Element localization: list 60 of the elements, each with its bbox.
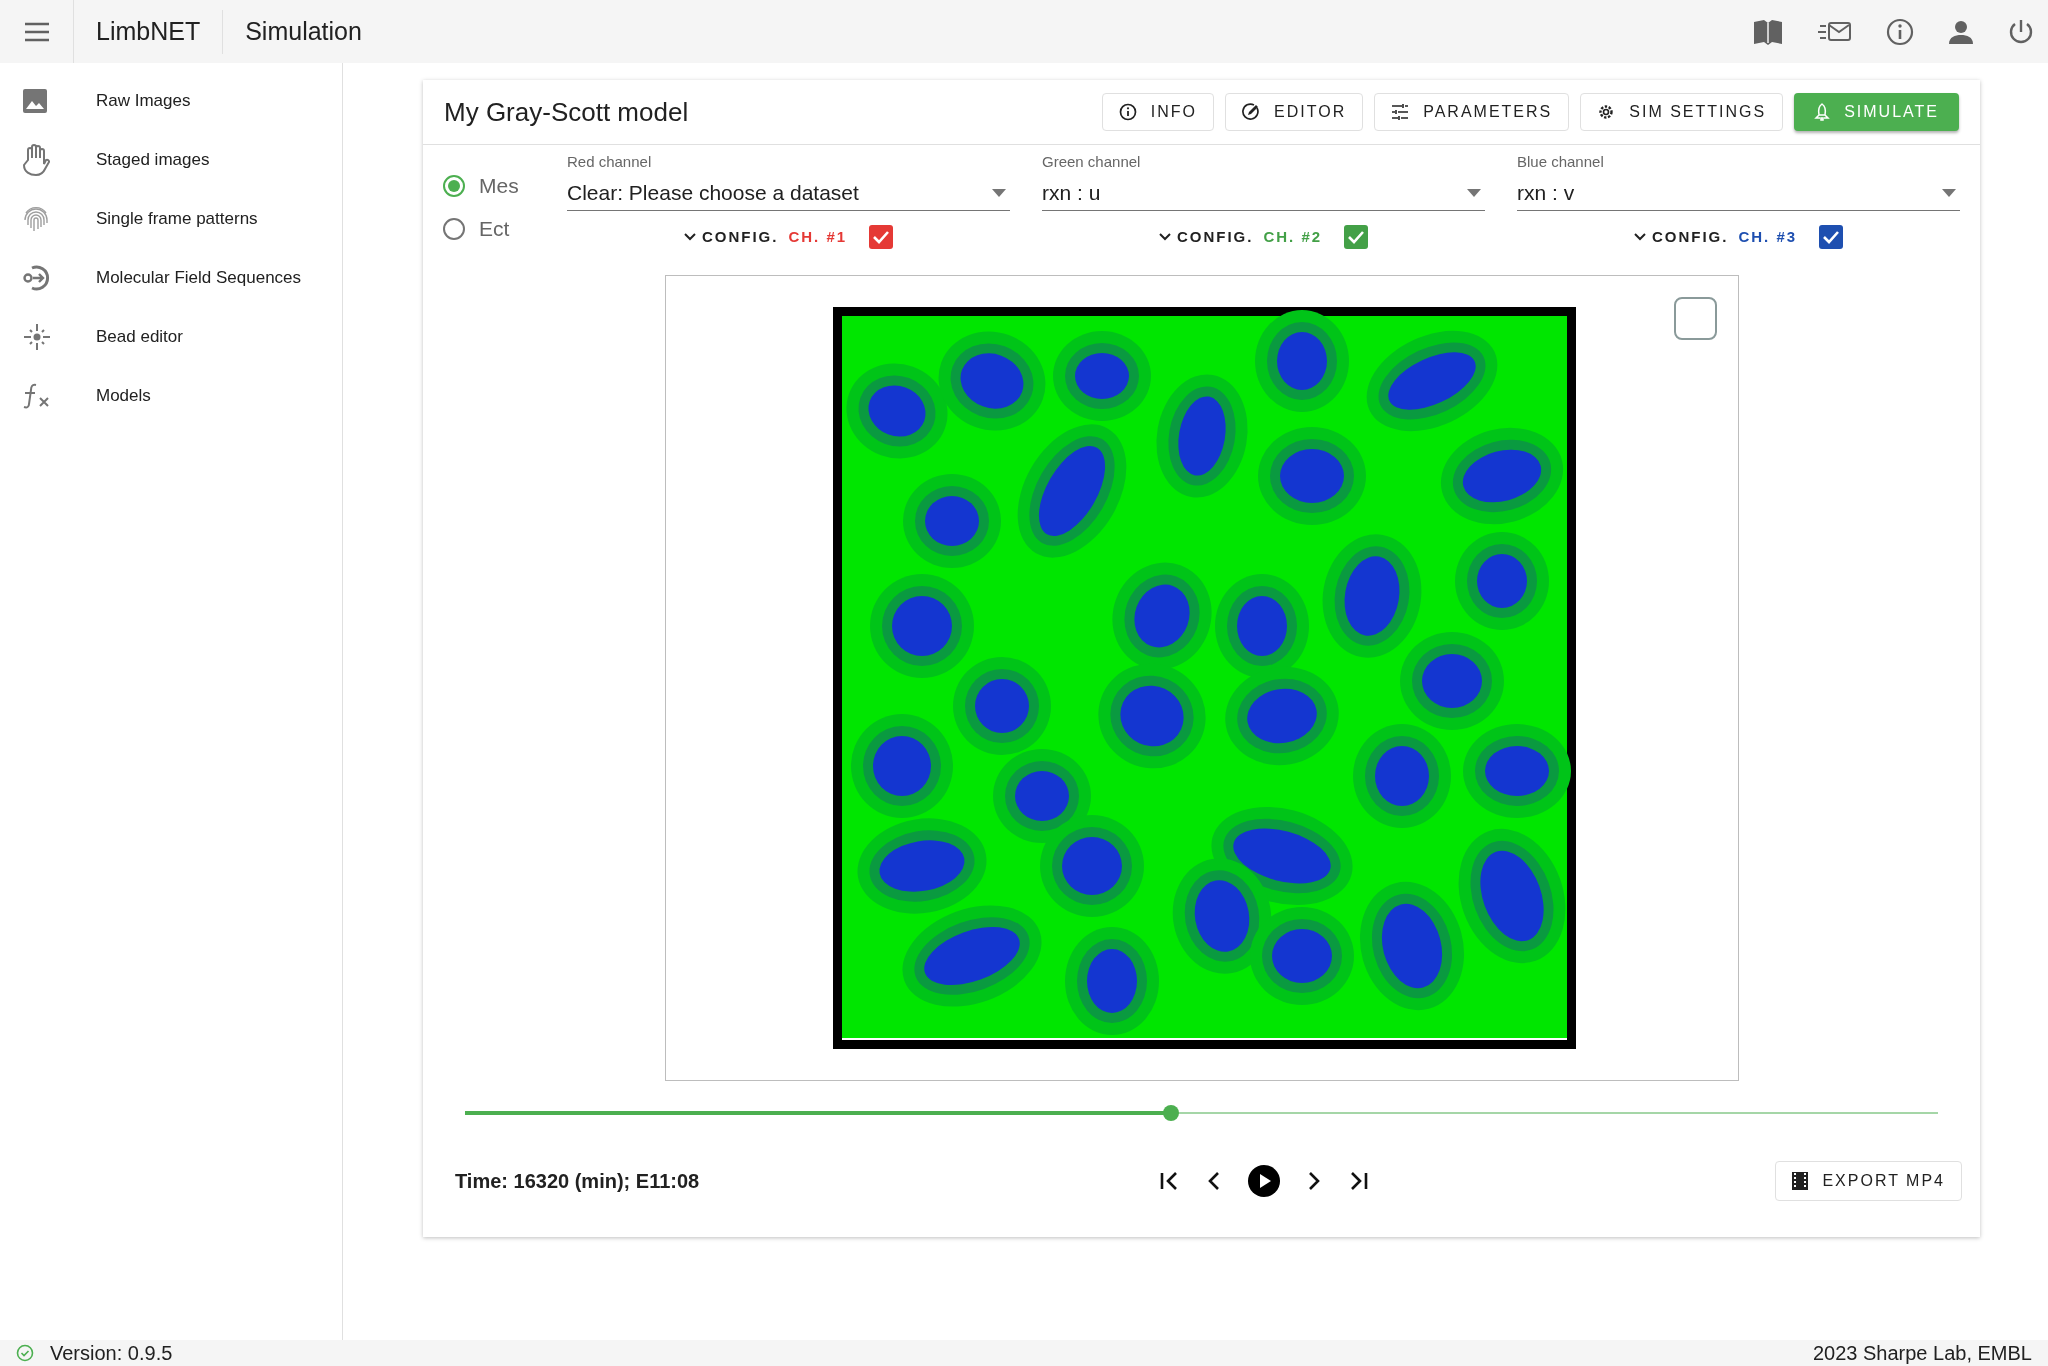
checkmark-icon (1348, 230, 1365, 244)
model-title: My Gray-Scott model (444, 95, 689, 129)
info-icon (1118, 103, 1137, 121)
sliders-icon (1391, 103, 1410, 121)
checkmark-icon (1823, 230, 1840, 244)
config-toggle[interactable]: CONFIG. CH. #3 (1633, 225, 1798, 249)
version-label: Version: 0.9.5 (50, 1341, 173, 1366)
book-icon[interactable] (1752, 17, 1784, 46)
checkmark-icon (873, 230, 890, 244)
channel-checkbox[interactable] (869, 225, 894, 249)
dropdown-caret-icon (1467, 188, 1481, 197)
sparkle-icon (22, 321, 52, 352)
play-icon[interactable] (1247, 1164, 1281, 1198)
sidebar-item[interactable]: Molecular Field Sequences (0, 248, 342, 307)
fingerprint-icon (22, 204, 50, 233)
toolbar-button[interactable]: SIM SETTINGS (1580, 93, 1784, 131)
sidebar-item[interactable]: Single frame patterns (0, 189, 342, 248)
config-toggle[interactable]: CONFIG. CH. #2 (1158, 225, 1323, 249)
radio-option[interactable]: Mes (443, 168, 567, 203)
dropdown-caret-icon (1942, 188, 1956, 197)
mail-icon[interactable] (1818, 19, 1852, 44)
function-icon (22, 381, 52, 410)
power-icon[interactable] (2008, 17, 2034, 46)
settings-icon (1597, 103, 1616, 121)
chevron-down-icon (1158, 233, 1171, 241)
channel-select[interactable]: Green channel rxn : u (1042, 153, 1485, 211)
check-circle-icon (16, 1344, 34, 1362)
channel-checkbox[interactable] (1819, 225, 1844, 249)
edit-icon (1242, 103, 1261, 121)
toolbar-button[interactable]: INFO (1101, 93, 1215, 131)
time-label: Time: 16320 (min); E11:08 (455, 1169, 701, 1194)
chevron-down-icon (683, 233, 696, 241)
radio-button[interactable] (443, 174, 465, 197)
brand-name: LimbNET (74, 9, 224, 54)
overlay-checkbox[interactable] (1673, 297, 1717, 340)
sidebar-item[interactable]: Models (0, 366, 342, 425)
timeline-slider[interactable] (465, 1103, 1938, 1123)
page-title: Simulation (244, 15, 363, 47)
sidebar-item[interactable]: Bead editor (0, 307, 342, 366)
toolbar-button[interactable]: PARAMETERS (1374, 93, 1570, 131)
config-toggle[interactable]: CONFIG. CH. #1 (683, 225, 848, 249)
sidebar-item[interactable]: Staged images (0, 130, 342, 189)
menu-icon (23, 21, 50, 42)
channel-checkbox[interactable] (1344, 225, 1369, 249)
export-button[interactable]: EXPORT MP4 (1775, 1161, 1962, 1201)
hand-icon (22, 143, 50, 176)
channel-select[interactable]: Red channel Clear: Please choose a dataset (567, 153, 1010, 211)
radio-button[interactable] (443, 217, 465, 240)
sidebar-item[interactable]: Raw Images (0, 71, 342, 130)
rocket-icon (1814, 103, 1831, 121)
info-icon[interactable] (1886, 17, 1914, 46)
user-icon[interactable] (1948, 18, 1974, 45)
channel-select[interactable]: Blue channel rxn : v (1517, 153, 1960, 211)
radio-option[interactable]: Ect (443, 211, 567, 246)
image-icon (22, 87, 48, 114)
film-icon (1792, 1172, 1809, 1190)
dropdown-caret-icon (992, 188, 1006, 197)
chevron-down-icon (1633, 233, 1646, 241)
credit-label: 2023 Sharpe Lab, EMBL (1812, 1341, 2032, 1366)
toolbar-button[interactable]: EDITOR (1225, 93, 1364, 131)
